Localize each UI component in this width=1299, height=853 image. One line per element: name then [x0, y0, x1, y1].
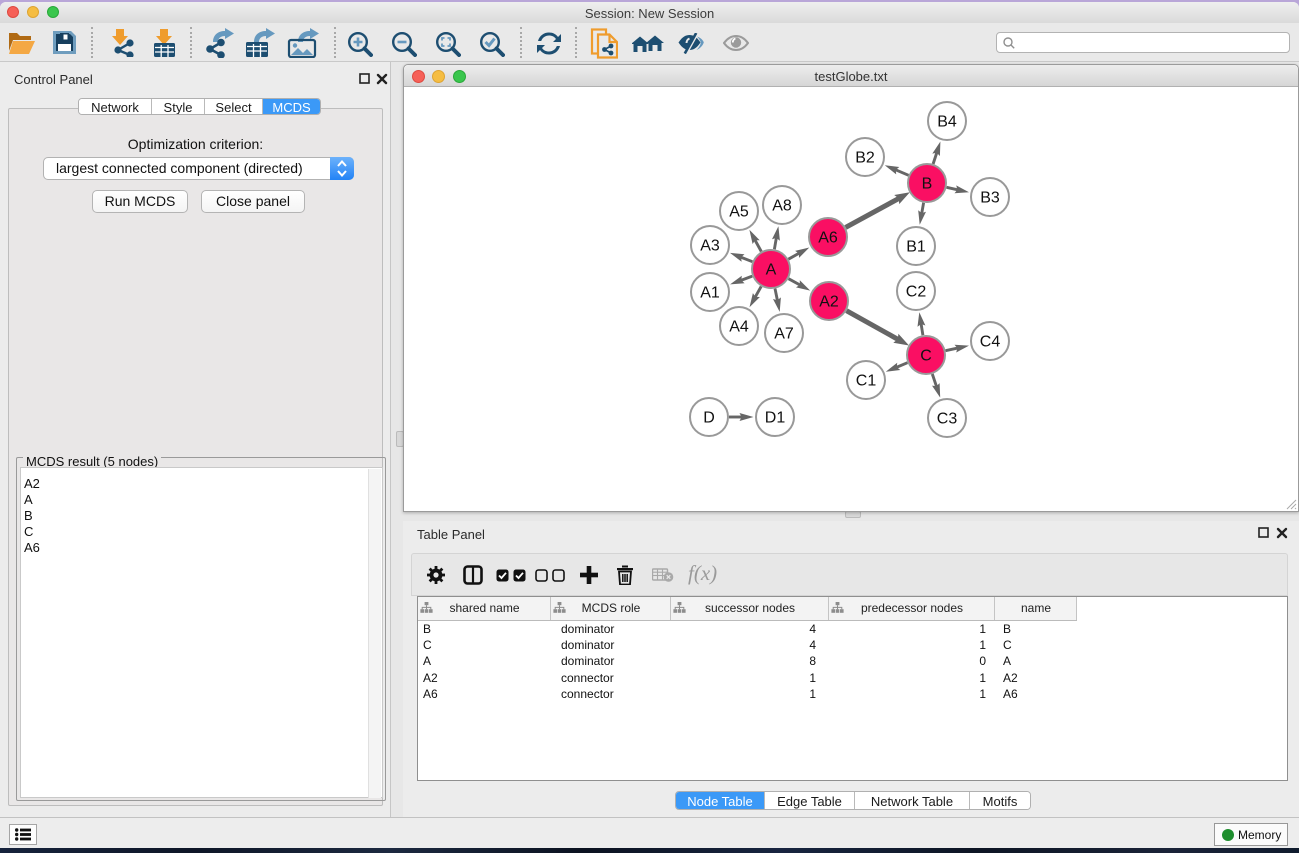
- svg-text:A: A: [766, 262, 777, 279]
- svg-text:A1: A1: [700, 285, 720, 302]
- svg-text:C1: C1: [856, 373, 877, 390]
- svg-text:B2: B2: [855, 150, 875, 167]
- svg-text:B: B: [922, 176, 933, 193]
- svg-text:A4: A4: [729, 319, 749, 336]
- svg-text:A5: A5: [729, 204, 749, 221]
- svg-text:B4: B4: [937, 114, 957, 131]
- svg-text:A6: A6: [818, 230, 838, 247]
- svg-text:C3: C3: [937, 411, 958, 428]
- svg-text:A3: A3: [700, 238, 720, 255]
- svg-text:C2: C2: [906, 284, 927, 301]
- svg-text:B3: B3: [980, 190, 1000, 207]
- svg-text:C: C: [920, 348, 932, 365]
- svg-text:C4: C4: [980, 334, 1001, 351]
- svg-text:D: D: [703, 410, 715, 427]
- svg-text:A7: A7: [774, 326, 794, 343]
- svg-text:A2: A2: [819, 294, 839, 311]
- svg-text:B1: B1: [906, 239, 926, 256]
- svg-text:A8: A8: [772, 198, 792, 215]
- svg-text:D1: D1: [765, 410, 786, 427]
